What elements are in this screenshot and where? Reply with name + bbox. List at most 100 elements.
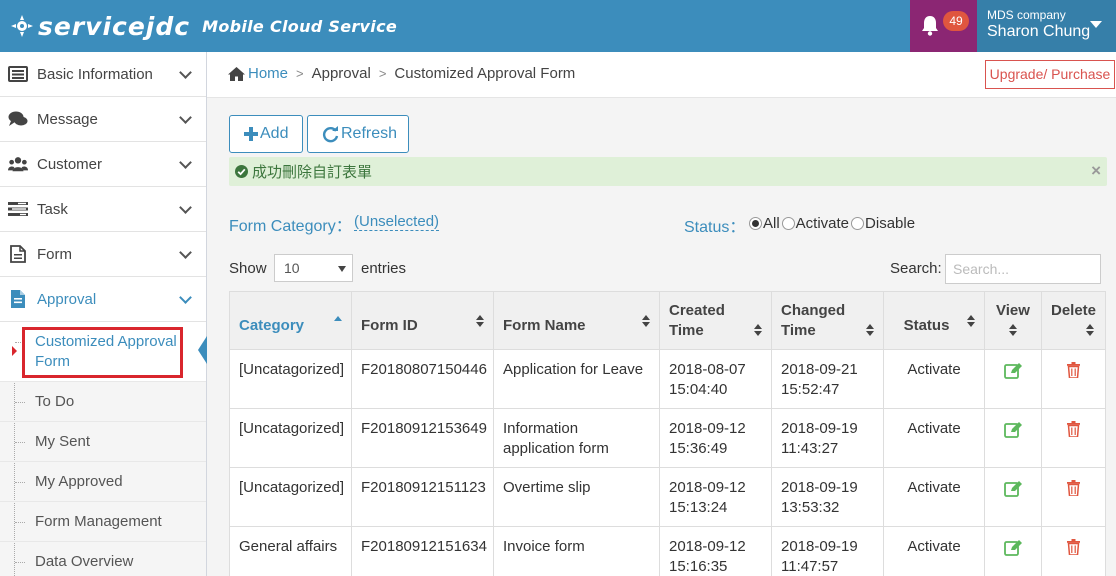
sidebar-item-form[interactable]: Form: [0, 232, 206, 277]
sidebar-item-approval[interactable]: Approval: [0, 277, 206, 322]
cell-form-name: Invoice form: [493, 526, 660, 576]
submenu-item-label: My Sent: [35, 433, 91, 450]
user-menu[interactable]: MDS company Sharon Chung: [977, 0, 1116, 52]
edit-icon[interactable]: [1003, 539, 1023, 556]
caret-down-icon: [338, 266, 346, 272]
cell-status: Activate: [883, 408, 985, 468]
cell-form-name: Application for Leave: [493, 349, 660, 409]
chevron-down-icon: [179, 246, 192, 259]
logo-text: servicejdc: [38, 11, 191, 41]
trash-icon[interactable]: [1067, 362, 1080, 378]
submenu-item-my-sent[interactable]: My Sent: [0, 422, 206, 462]
column-header-changed-time[interactable]: Changed Time: [771, 291, 884, 350]
add-button-label: Add: [260, 125, 289, 142]
status-radio-all[interactable]: [749, 217, 762, 230]
cell-delete: [1041, 408, 1106, 468]
edit-icon[interactable]: [1003, 421, 1023, 438]
cell-form-name: Information application form: [493, 408, 660, 468]
search-input[interactable]: [945, 254, 1101, 284]
user-name: Sharon Chung: [987, 23, 1091, 40]
status-filter-label: Status：: [684, 219, 746, 236]
close-icon[interactable]: ×: [1091, 161, 1101, 181]
alert-message: 成功刪除自訂表單: [252, 164, 373, 181]
cell-changed-time: 2018-09-19 11:43:27: [771, 408, 884, 468]
notifications-button[interactable]: 49: [910, 0, 977, 52]
sidebar-item-label: Approval: [37, 290, 97, 308]
entries-label: entries: [361, 260, 407, 277]
show-label: Show: [229, 260, 267, 277]
form-icon: [8, 245, 28, 263]
cell-created-time: 2018-08-07 15:04:40: [659, 349, 772, 409]
column-header-label: Category: [239, 316, 305, 334]
cell-form-id: F20180912151634: [351, 526, 494, 576]
cell-created-time: 2018-09-12 15:16:35: [659, 526, 772, 576]
column-header-delete[interactable]: Delete: [1041, 291, 1106, 350]
add-button[interactable]: Add: [229, 115, 303, 153]
sidebar-item-task[interactable]: Task: [0, 187, 206, 232]
caret-down-icon: [1090, 21, 1102, 28]
sidebar-item-message[interactable]: Message: [0, 97, 206, 142]
logo-mark-icon: [11, 15, 33, 37]
chevron-down-icon: [179, 201, 192, 214]
form-category-selector[interactable]: (Unselected): [354, 213, 440, 231]
sidebar-item-label: Task: [37, 200, 68, 218]
submenu-item-to-do[interactable]: To Do: [0, 382, 206, 422]
cell-form-id: F20180807150446: [351, 349, 494, 409]
list-icon: [8, 65, 28, 83]
sort-icon: [1009, 324, 1017, 336]
chat-icon: [8, 110, 28, 128]
breadcrumb-bar: Home > Approval > Customized Approval Fo…: [207, 52, 1116, 98]
cell-status: Activate: [883, 526, 985, 576]
cell-view: [984, 408, 1042, 468]
page-size-value: 10: [284, 260, 300, 276]
breadcrumb-approval[interactable]: Approval: [312, 65, 371, 82]
column-header-category[interactable]: Category: [229, 291, 352, 350]
check-circle-icon: [235, 165, 248, 178]
bell-icon: [922, 16, 938, 36]
trash-icon[interactable]: [1067, 421, 1080, 437]
cell-status: Activate: [883, 467, 985, 527]
main-content: Add Refresh 成功刪除自訂表單 × Form Category： (U…: [207, 98, 1116, 576]
column-header-view[interactable]: View: [984, 291, 1042, 350]
status-radio-activate[interactable]: [781, 217, 795, 230]
edit-icon[interactable]: [1003, 362, 1023, 379]
column-header-created-time[interactable]: Created Time: [659, 291, 772, 350]
column-header-form-name[interactable]: Form Name: [493, 291, 660, 350]
sidebar-item-label: Message: [37, 110, 98, 128]
submenu-item-data-overview[interactable]: Data Overview: [0, 542, 206, 576]
caret-right-icon: [12, 346, 17, 356]
tasks-icon: [8, 200, 28, 218]
trash-icon[interactable]: [1067, 480, 1080, 496]
sidebar-item-basic-information[interactable]: Basic Information: [0, 52, 206, 97]
table-row: General affairs F20180912151634 Invoice …: [229, 526, 1106, 576]
edit-icon[interactable]: [1003, 480, 1023, 497]
column-header-status[interactable]: Status: [883, 291, 985, 350]
table-header-row: Category Form ID Form Name Created Time: [229, 291, 1106, 350]
cell-category: [Uncatagorized]: [229, 408, 352, 468]
sort-icon: [476, 315, 484, 327]
cell-status: Activate: [883, 349, 985, 409]
submenu-item-customized-approval-form[interactable]: Customized Approval Form: [0, 322, 207, 382]
breadcrumb-home-link[interactable]: Home: [227, 65, 288, 82]
submenu-item-my-approved[interactable]: My Approved: [0, 462, 206, 502]
forms-table: Category Form ID Form Name Created Time: [229, 291, 1106, 576]
submenu-item-label: To Do: [35, 393, 75, 410]
status-radio-label: All: [763, 215, 780, 232]
cell-view: [984, 467, 1042, 527]
plus-icon: [244, 127, 258, 141]
column-header-form-id[interactable]: Form ID: [351, 291, 494, 350]
column-header-label: Delete: [1051, 302, 1097, 319]
refresh-button[interactable]: Refresh: [307, 115, 409, 153]
cell-created-time: 2018-09-12 15:13:24: [659, 467, 772, 527]
submenu-item-label: Customized Approval Form: [35, 332, 177, 370]
status-radio-disable[interactable]: [851, 217, 865, 230]
cell-delete: [1041, 349, 1106, 409]
trash-icon[interactable]: [1067, 539, 1080, 555]
active-indicator: [198, 336, 207, 364]
page-size-select[interactable]: 10: [274, 254, 353, 282]
cell-view: [984, 349, 1042, 409]
app-logo[interactable]: servicejdc Mobile Cloud Service: [10, 8, 397, 44]
upgrade-purchase-button[interactable]: Upgrade/ Purchase: [985, 60, 1115, 89]
sidebar-item-customer[interactable]: Customer: [0, 142, 206, 187]
submenu-item-form-management[interactable]: Form Management: [0, 502, 206, 542]
